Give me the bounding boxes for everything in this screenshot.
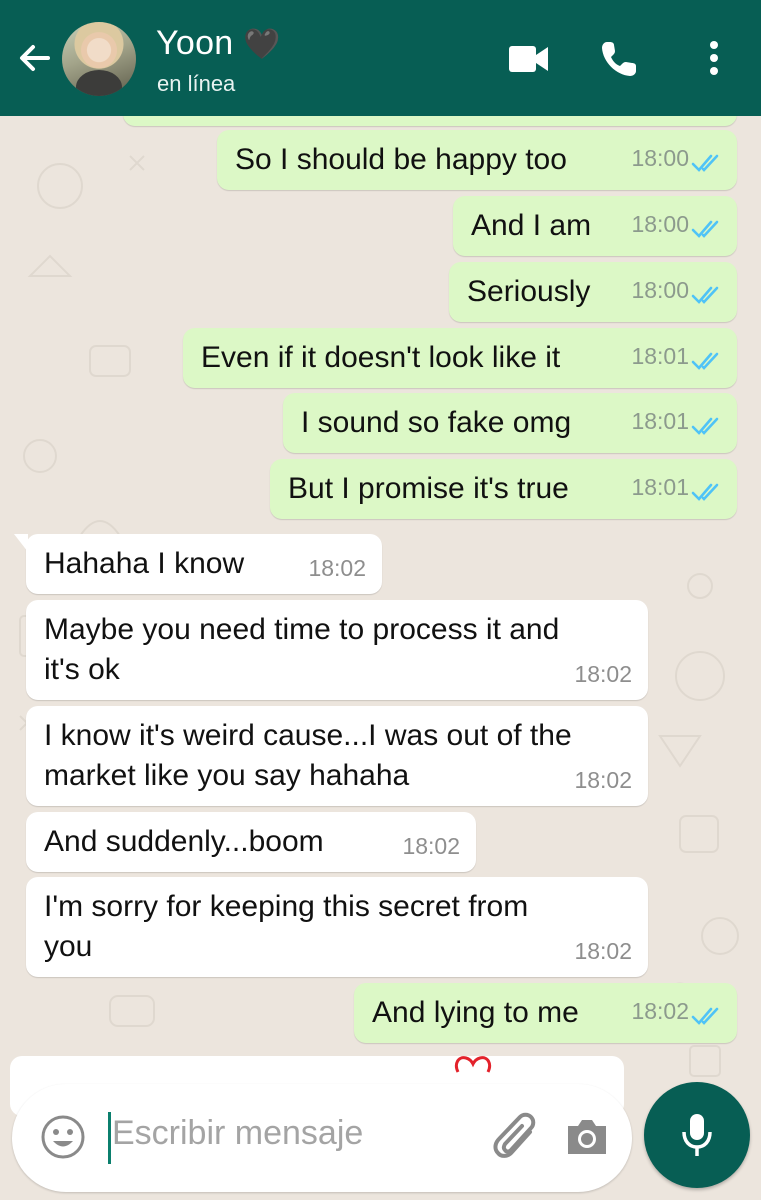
outgoing-message[interactable]: So I should be happy too 18:00: [217, 130, 737, 190]
double-check-icon: [691, 286, 719, 304]
incoming-message[interactable]: And suddenly...boom 18:02: [26, 812, 476, 872]
partial-message-above: [123, 116, 737, 126]
incoming-message[interactable]: I know it's weird cause...I was out of t…: [26, 706, 648, 806]
message-text: I'm sorry for keeping this secret from y…: [44, 890, 529, 963]
outgoing-message[interactable]: And I am 18:00: [453, 196, 737, 256]
more-vertical-icon[interactable]: [694, 38, 734, 80]
message-time: 18:02: [402, 833, 460, 859]
message-text: And lying to me: [372, 996, 579, 1029]
message-text: And I am: [471, 209, 592, 242]
message-text: I sound so fake omg: [301, 406, 572, 439]
message-time: 18:01: [631, 408, 689, 434]
phone-icon[interactable]: [598, 38, 642, 80]
voice-record-button[interactable]: [644, 1082, 750, 1188]
message-text: But I promise it's true: [288, 472, 569, 505]
message-time: 18:02: [631, 998, 689, 1024]
incoming-message[interactable]: Hahaha I know 18:02: [14, 534, 382, 594]
black-heart-emoji: 🖤: [243, 28, 281, 61]
contact-status: en línea: [157, 71, 236, 96]
message-composer[interactable]: Escribir mensaje: [12, 1084, 632, 1192]
double-check-icon: [691, 1007, 719, 1025]
double-check-icon: [691, 220, 719, 238]
double-check-icon: [691, 483, 719, 501]
message-time: 18:02: [308, 555, 366, 581]
emoji-icon[interactable]: [40, 1114, 86, 1160]
message-text: Maybe you need time to process it and it…: [44, 613, 560, 686]
message-text: And suddenly...boom: [44, 825, 324, 858]
text-cursor: [108, 1112, 111, 1164]
paperclip-icon[interactable]: [492, 1110, 542, 1166]
video-camera-icon[interactable]: [507, 38, 551, 80]
outgoing-message[interactable]: I sound so fake omg 18:01: [283, 393, 737, 453]
message-time: 18:01: [631, 474, 689, 500]
message-time: 18:02: [574, 767, 632, 793]
double-check-icon: [691, 352, 719, 370]
avatar[interactable]: [62, 22, 136, 96]
chat-header: Yoon 🖤 en línea: [0, 0, 761, 116]
outgoing-message[interactable]: But I promise it's true 18:01: [270, 459, 737, 519]
camera-icon[interactable]: [564, 1114, 610, 1158]
double-check-icon: [691, 417, 719, 435]
message-time: 18:02: [574, 938, 632, 964]
message-text: Seriously: [467, 275, 591, 308]
contact-name[interactable]: Yoon 🖤: [156, 24, 281, 63]
contact-name-text: Yoon: [156, 24, 234, 62]
bubble-tail: [14, 534, 28, 552]
incoming-message[interactable]: Maybe you need time to process it and it…: [26, 600, 648, 700]
message-input[interactable]: Escribir mensaje: [112, 1114, 363, 1153]
arrow-left-icon[interactable]: [14, 38, 54, 78]
message-time: 18:00: [631, 277, 689, 303]
outgoing-message[interactable]: Seriously 18:00: [449, 262, 737, 322]
message-text: Even if it doesn't look like it: [201, 341, 561, 374]
message-time: 18:00: [631, 145, 689, 171]
outgoing-message[interactable]: And lying to me 18:02: [354, 983, 737, 1043]
heart-emoji-icon: [454, 1056, 492, 1073]
microphone-icon: [682, 1114, 712, 1156]
chat-area[interactable]: So I should be happy too 18:00 And I am 18:…: [0, 116, 761, 1200]
message-time: 18:01: [631, 343, 689, 369]
message-time: 18:00: [631, 211, 689, 237]
message-text: I know it's weird cause...I was out of t…: [44, 719, 572, 792]
message-text: Hahaha I know: [44, 547, 245, 580]
message-text: So I should be happy too: [235, 143, 567, 176]
double-check-icon: [691, 154, 719, 172]
outgoing-message[interactable]: Even if it doesn't look like it 18:01: [183, 328, 737, 388]
message-time: 18:02: [574, 661, 632, 687]
incoming-message[interactable]: I'm sorry for keeping this secret from y…: [26, 877, 648, 977]
